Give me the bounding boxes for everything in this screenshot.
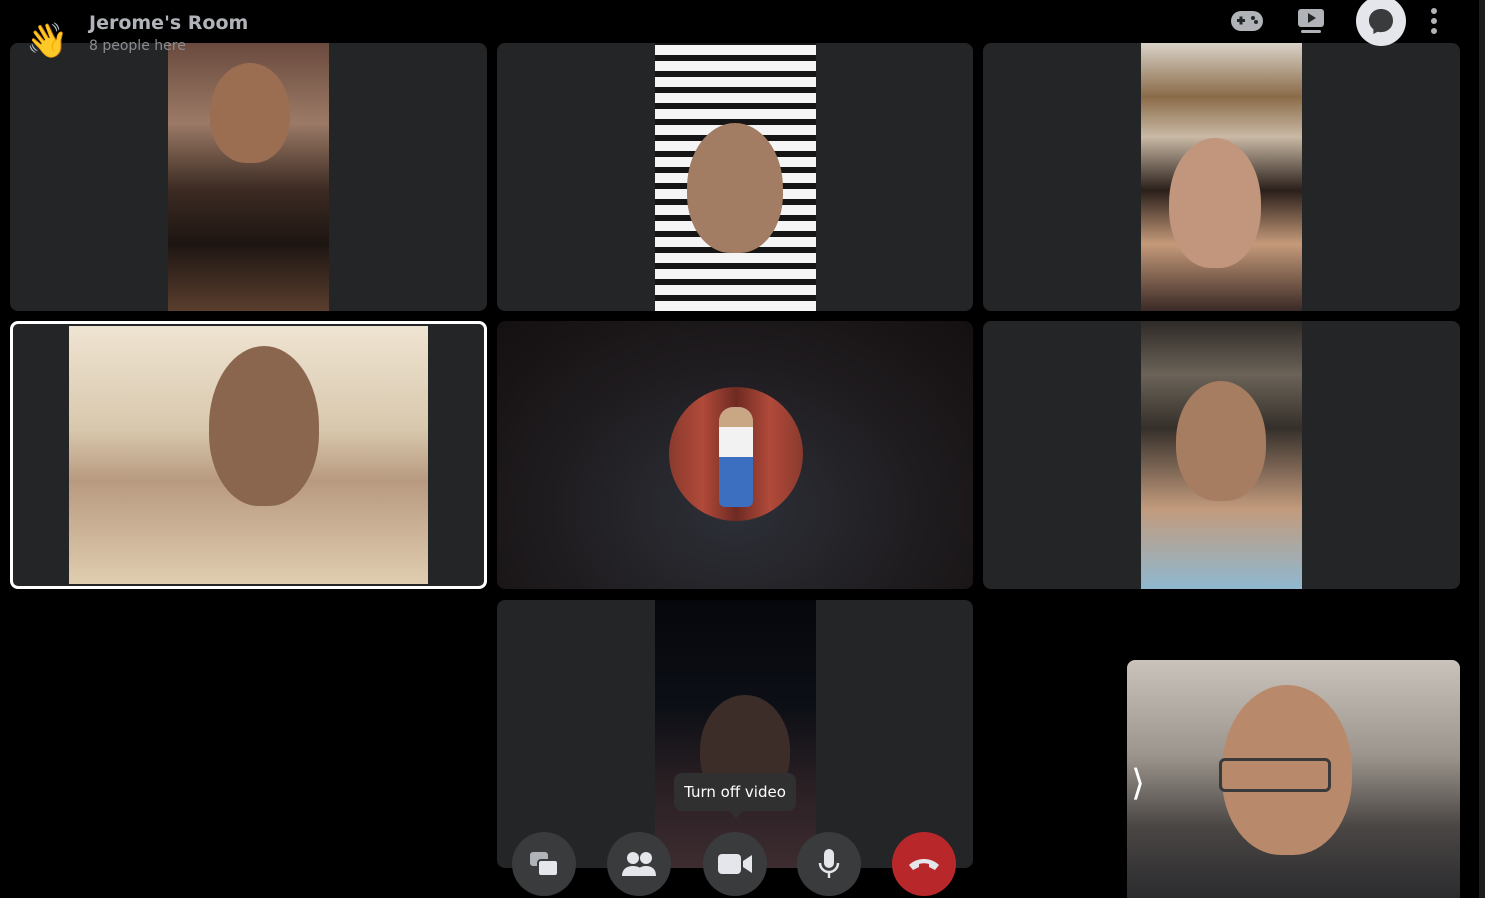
participant-face — [1169, 138, 1261, 268]
participant-video — [655, 600, 816, 868]
participant-video — [1141, 321, 1302, 589]
microphone-button[interactable] — [797, 832, 861, 896]
share-screen-icon — [530, 852, 559, 877]
participant-tile[interactable] — [10, 43, 487, 311]
glasses — [1219, 758, 1331, 792]
participants-icon — [622, 852, 656, 876]
participant-tile[interactable] — [983, 43, 1460, 311]
participant-face — [209, 346, 319, 506]
participant-tile[interactable] — [497, 600, 973, 868]
participant-video — [1141, 43, 1302, 311]
participants-button[interactable] — [607, 832, 671, 896]
waving-hand-icon: 👋 — [26, 21, 69, 61]
video-toggle-button[interactable] — [703, 832, 767, 896]
participant-face — [1176, 381, 1266, 501]
participant-tile-active-speaker[interactable] — [10, 321, 487, 589]
participant-video — [168, 43, 329, 311]
watch-together-icon[interactable] — [1290, 0, 1332, 42]
video-camera-icon — [718, 854, 752, 874]
participant-tile-video-off[interactable] — [497, 321, 973, 589]
participant-count: 8 people here — [89, 38, 186, 54]
participant-video — [655, 43, 816, 311]
end-call-icon — [909, 859, 939, 870]
participant-tile[interactable] — [497, 43, 973, 311]
more-options-icon[interactable] — [1413, 0, 1455, 42]
participant-face — [687, 123, 783, 253]
share-screen-button[interactable] — [512, 832, 576, 896]
game-controller-icon[interactable] — [1226, 0, 1268, 42]
microphone-icon — [818, 849, 840, 878]
self-view-video[interactable] — [1127, 660, 1460, 898]
turn-off-video-tooltip: Turn off video — [674, 773, 796, 811]
profile-picture — [669, 387, 803, 521]
participant-tile[interactable] — [983, 321, 1460, 589]
end-call-button[interactable] — [892, 832, 956, 896]
chat-bubble-icon[interactable] — [1356, 0, 1406, 46]
participant-face — [210, 63, 290, 163]
expand-chevron-icon[interactable]: ⟩ — [1131, 764, 1149, 804]
participant-video — [69, 326, 428, 584]
tooltip-arrow — [728, 810, 744, 818]
scrollbar-edge — [1479, 0, 1485, 898]
profile-picture-person — [719, 407, 753, 507]
room-title: Jerome's Room — [89, 12, 249, 34]
